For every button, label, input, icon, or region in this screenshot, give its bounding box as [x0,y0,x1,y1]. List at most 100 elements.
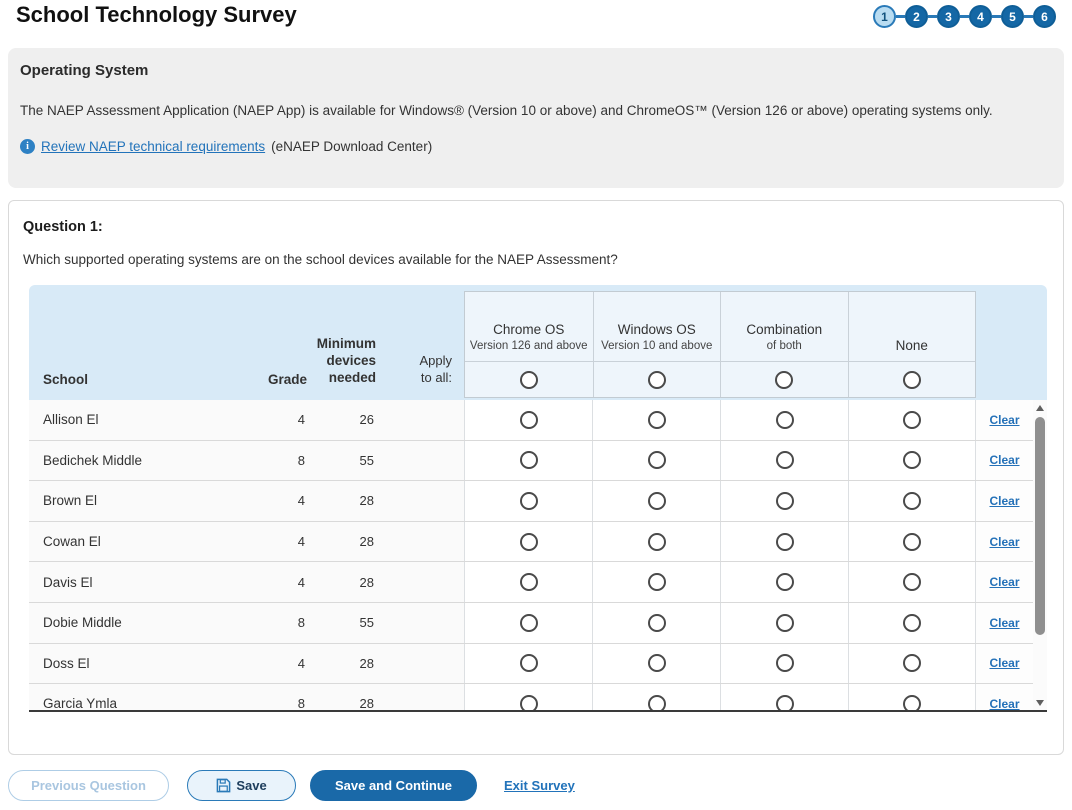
radio-bedichek-middle-combination[interactable] [776,451,794,469]
apply-spacer [376,400,464,440]
clear-cell: Clear [976,441,1033,481]
radio-cell-windows-os [592,684,720,712]
radio-cell-combination [720,644,848,684]
table-scroll-area: Allison El426ClearBedichek Middle855Clea… [29,400,1047,712]
apply-spacer [376,481,464,521]
apply-all-radio-chrome-os[interactable] [520,371,538,389]
os-option-name: Combination [746,321,822,339]
save-button[interactable]: Save [187,770,296,801]
radio-dobie-middle-windows-os[interactable] [648,614,666,632]
stepper-step-6[interactable]: 6 [1033,5,1056,28]
clear-link[interactable]: Clear [989,453,1019,467]
stepper-step-4[interactable]: 4 [969,5,992,28]
radio-cowan-el-windows-os[interactable] [648,533,666,551]
info-icon: i [20,139,35,154]
radio-garcia-ymla-windows-os[interactable] [648,695,666,712]
radio-cell-combination [720,684,848,712]
os-option-header-windows-os: Windows OSVersion 10 and above [593,292,721,361]
radio-doss-el-combination[interactable] [776,654,794,672]
apply-all-radio-combination[interactable] [775,371,793,389]
scroll-down-icon[interactable] [1036,700,1044,706]
school-name: Dobie Middle [29,603,261,643]
grade-value: 8 [261,441,309,481]
radio-bedichek-middle-chrome-os[interactable] [520,451,538,469]
save-and-continue-button[interactable]: Save and Continue [310,770,477,801]
radio-bedichek-middle-none[interactable] [903,451,921,469]
apply-all-cell-chrome-os [465,361,593,397]
radio-allison-el-windows-os[interactable] [648,411,666,429]
radio-dobie-middle-chrome-os[interactable] [520,614,538,632]
stepper-step-3[interactable]: 3 [937,5,960,28]
clear-link[interactable]: Clear [989,656,1019,670]
apply-all-radio-windows-os[interactable] [648,371,666,389]
radio-dobie-middle-none[interactable] [903,614,921,632]
grade-value: 4 [261,400,309,440]
stepper-connector [960,15,969,18]
clear-link[interactable]: Clear [989,575,1019,589]
radio-garcia-ymla-combination[interactable] [776,695,794,712]
radio-allison-el-combination[interactable] [776,411,794,429]
devices-value: 28 [309,644,376,684]
technical-requirements-link[interactable]: Review NAEP technical requirements [41,139,265,154]
devices-value: 55 [309,441,376,481]
scrollbar-thumb[interactable] [1035,417,1045,635]
clear-cell: Clear [976,684,1033,712]
radio-brown-el-none[interactable] [903,492,921,510]
table-row-bedichek-middle: Bedichek Middle855Clear [29,441,1047,482]
radio-davis-el-windows-os[interactable] [648,573,666,591]
radio-cowan-el-none[interactable] [903,533,921,551]
column-header-grade: Grade [261,372,309,400]
radio-davis-el-chrome-os[interactable] [520,573,538,591]
school-name: Brown El [29,481,261,521]
clear-link[interactable]: Clear [989,697,1019,711]
table-row-garcia-ymla: Garcia Ymla828Clear [29,684,1047,712]
radio-cowan-el-combination[interactable] [776,533,794,551]
radio-doss-el-chrome-os[interactable] [520,654,538,672]
radio-doss-el-windows-os[interactable] [648,654,666,672]
devices-value: 28 [309,481,376,521]
apply-all-cell-windows-os [593,361,721,397]
radio-brown-el-combination[interactable] [776,492,794,510]
school-name: Davis El [29,562,261,602]
exit-survey-link[interactable]: Exit Survey [504,778,575,793]
radio-cell-chrome-os [464,400,592,440]
grade-value: 4 [261,481,309,521]
clear-cell: Clear [976,400,1033,440]
previous-question-button[interactable]: Previous Question [8,770,169,801]
vertical-scrollbar[interactable] [1033,400,1047,710]
radio-garcia-ymla-none[interactable] [903,695,921,712]
radio-cell-windows-os [592,603,720,643]
os-option-header-none: None [848,292,976,361]
radio-brown-el-chrome-os[interactable] [520,492,538,510]
clear-cell: Clear [976,603,1033,643]
question-label: Question 1: [23,219,1049,235]
devices-value: 28 [309,562,376,602]
radio-cell-chrome-os [464,562,592,602]
stepper-step-5[interactable]: 5 [1001,5,1024,28]
table-row-cowan-el: Cowan El428Clear [29,522,1047,563]
stepper-step-1[interactable]: 1 [873,5,896,28]
radio-brown-el-windows-os[interactable] [648,492,666,510]
radio-davis-el-none[interactable] [903,573,921,591]
top-bar: School Technology Survey 123456 [0,0,1072,48]
radio-bedichek-middle-windows-os[interactable] [648,451,666,469]
radio-cell-chrome-os [464,522,592,562]
clear-link[interactable]: Clear [989,616,1019,630]
radio-doss-el-none[interactable] [903,654,921,672]
radio-davis-el-combination[interactable] [776,573,794,591]
radio-allison-el-none[interactable] [903,411,921,429]
clear-link[interactable]: Clear [989,494,1019,508]
clear-link[interactable]: Clear [989,413,1019,427]
clear-link[interactable]: Clear [989,535,1019,549]
os-option-header-combination: Combinationof both [720,292,848,361]
apply-spacer [376,441,464,481]
radio-dobie-middle-combination[interactable] [776,614,794,632]
scroll-up-icon[interactable] [1036,405,1044,411]
technical-requirements-row: i Review NAEP technical requirements (eN… [20,139,1052,154]
stepper-step-2[interactable]: 2 [905,5,928,28]
radio-allison-el-chrome-os[interactable] [520,411,538,429]
radio-cowan-el-chrome-os[interactable] [520,533,538,551]
apply-all-radio-none[interactable] [903,371,921,389]
grade-value: 4 [261,562,309,602]
radio-garcia-ymla-chrome-os[interactable] [520,695,538,712]
